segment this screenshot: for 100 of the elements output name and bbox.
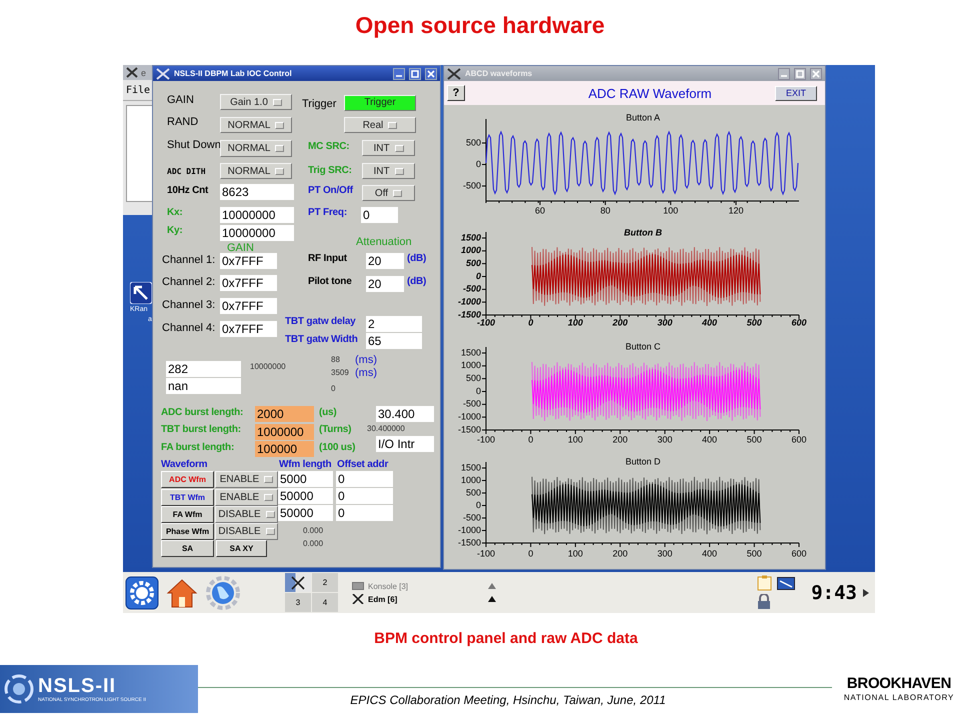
text-field[interactable]: 65: [366, 333, 422, 349]
push-button[interactable]: TBT Wfm: [161, 489, 214, 506]
text-field[interactable]: 50000: [278, 488, 333, 504]
monitor-icon[interactable]: [777, 576, 796, 590]
push-button[interactable]: Phase Wfm: [161, 523, 214, 540]
text-field[interactable]: 0x7FFF: [220, 321, 277, 337]
text-field[interactable]: 8623: [220, 184, 294, 200]
push-button[interactable]: SA: [161, 540, 214, 557]
text-field[interactable]: 50000: [278, 505, 333, 521]
push-button[interactable]: FA Wfm: [161, 506, 214, 523]
label: Kx:: [167, 206, 183, 220]
indicator-icon: [275, 168, 284, 174]
label: GAIN: [167, 93, 194, 107]
desktop-pager-cell[interactable]: 4: [312, 593, 338, 612]
exit-button[interactable]: EXIT: [775, 86, 817, 100]
tick-label: 0: [528, 548, 534, 558]
label: (dB): [407, 275, 426, 289]
indicator-icon: [394, 144, 404, 152]
label: GAIN: [227, 241, 254, 255]
tick-label: 1500: [460, 462, 481, 472]
arrow-icon[interactable]: [130, 282, 152, 304]
tick-label: 1000: [460, 360, 481, 370]
lock-icon[interactable]: [757, 594, 772, 610]
label: ADC DITH: [167, 166, 206, 178]
text-field[interactable]: I/O Intr: [376, 436, 434, 452]
tick-label: -500: [462, 180, 481, 190]
input-field[interactable]: 2000: [255, 406, 314, 422]
taskbar-item[interactable]: Konsole [3]: [368, 582, 484, 590]
minimize-button[interactable]: [393, 68, 405, 80]
text-field[interactable]: 0x7FFF: [220, 253, 277, 269]
menu-item[interactable]: File: [126, 84, 150, 96]
text-field[interactable]: 10000000: [220, 207, 294, 223]
tick-label: -1500: [458, 309, 481, 320]
option-menu[interactable]: ENABLE: [215, 471, 278, 488]
text-field[interactable]: 0: [336, 471, 393, 487]
maximize-button[interactable]: [409, 68, 421, 80]
tick-label: 500: [466, 137, 481, 148]
clock: 9:43: [811, 582, 857, 604]
clipboard-icon[interactable]: [757, 575, 772, 591]
indicator-icon: [275, 122, 284, 128]
close-button[interactable]: [425, 68, 437, 80]
text-field[interactable]: 0: [361, 207, 398, 223]
option-menu[interactable]: INT: [362, 163, 415, 179]
tick-label: 0: [528, 317, 534, 328]
text-field[interactable]: 0: [336, 488, 393, 504]
trigger-button[interactable]: Trigger: [344, 95, 416, 111]
globe-icon[interactable]: [205, 576, 241, 610]
maximize-button[interactable]: [794, 68, 806, 80]
right-arrow-icon[interactable]: [863, 588, 869, 596]
tick-label: -100: [477, 548, 495, 558]
option-menu[interactable]: DISABLE: [215, 506, 278, 523]
taskbar-item[interactable]: Edm [6]: [368, 594, 484, 604]
tick-label: 1000: [460, 474, 481, 485]
input-field[interactable]: 1000000: [255, 424, 314, 440]
text-field[interactable]: 0x7FFF: [220, 298, 277, 314]
option-menu[interactable]: DISABLE: [215, 523, 278, 540]
option-menu[interactable]: NORMAL: [220, 140, 292, 157]
cross-icon: [126, 67, 138, 78]
indicator-icon: [264, 476, 274, 483]
option-menu[interactable]: INT: [362, 140, 415, 156]
gear-icon[interactable]: [125, 576, 159, 610]
desktop-pager-cell[interactable]: 2: [312, 573, 338, 592]
label: Shut Down: [167, 138, 221, 152]
option-menu[interactable]: Off: [362, 185, 415, 201]
text-field[interactable]: 20: [366, 276, 404, 292]
text-field[interactable]: 10000000: [220, 225, 294, 241]
help-button[interactable]: ?: [447, 85, 465, 101]
plot-title: Button D: [625, 456, 661, 466]
push-button[interactable]: SA XY: [216, 540, 267, 557]
option-menu[interactable]: ENABLE: [215, 489, 278, 506]
label: (dB): [407, 252, 426, 266]
text-field[interactable]: nan: [166, 378, 241, 394]
text-field[interactable]: 2: [366, 316, 422, 332]
tick-label: -1500: [458, 537, 481, 548]
text-field[interactable]: 0x7FFF: [220, 275, 277, 291]
indicator-icon: [275, 145, 284, 152]
close-button[interactable]: [810, 68, 822, 80]
slide-caption: BPM control panel and raw ADC data: [373, 629, 639, 649]
option-menu[interactable]: Real: [344, 117, 416, 133]
text-field[interactable]: 0: [336, 505, 393, 521]
text-field[interactable]: 5000: [278, 471, 333, 487]
option-menu[interactable]: NORMAL: [220, 117, 292, 133]
text-field[interactable]: 282: [166, 361, 241, 377]
indicator-icon: [394, 168, 404, 174]
label: (ms): [355, 366, 377, 380]
text-field[interactable]: 20: [366, 253, 404, 269]
tick-label: 0: [476, 158, 481, 169]
desktop-pager-cell[interactable]: 3: [285, 593, 311, 612]
window-heading: ADC RAW Waveform: [587, 86, 713, 100]
tick-label: 500: [746, 548, 762, 558]
label: TBT burst length:: [161, 423, 241, 437]
tick-label: 100: [663, 205, 678, 216]
text-field[interactable]: 30.400: [376, 406, 434, 422]
input-field[interactable]: 100000: [255, 441, 314, 457]
tick-label: 200: [612, 317, 628, 328]
tick-label: -500: [462, 284, 481, 294]
minimize-button[interactable]: [778, 68, 790, 80]
option-menu[interactable]: NORMAL: [220, 163, 292, 179]
value-text: 10000000: [250, 362, 286, 372]
option-menu[interactable]: Gain 1.0: [220, 94, 292, 110]
